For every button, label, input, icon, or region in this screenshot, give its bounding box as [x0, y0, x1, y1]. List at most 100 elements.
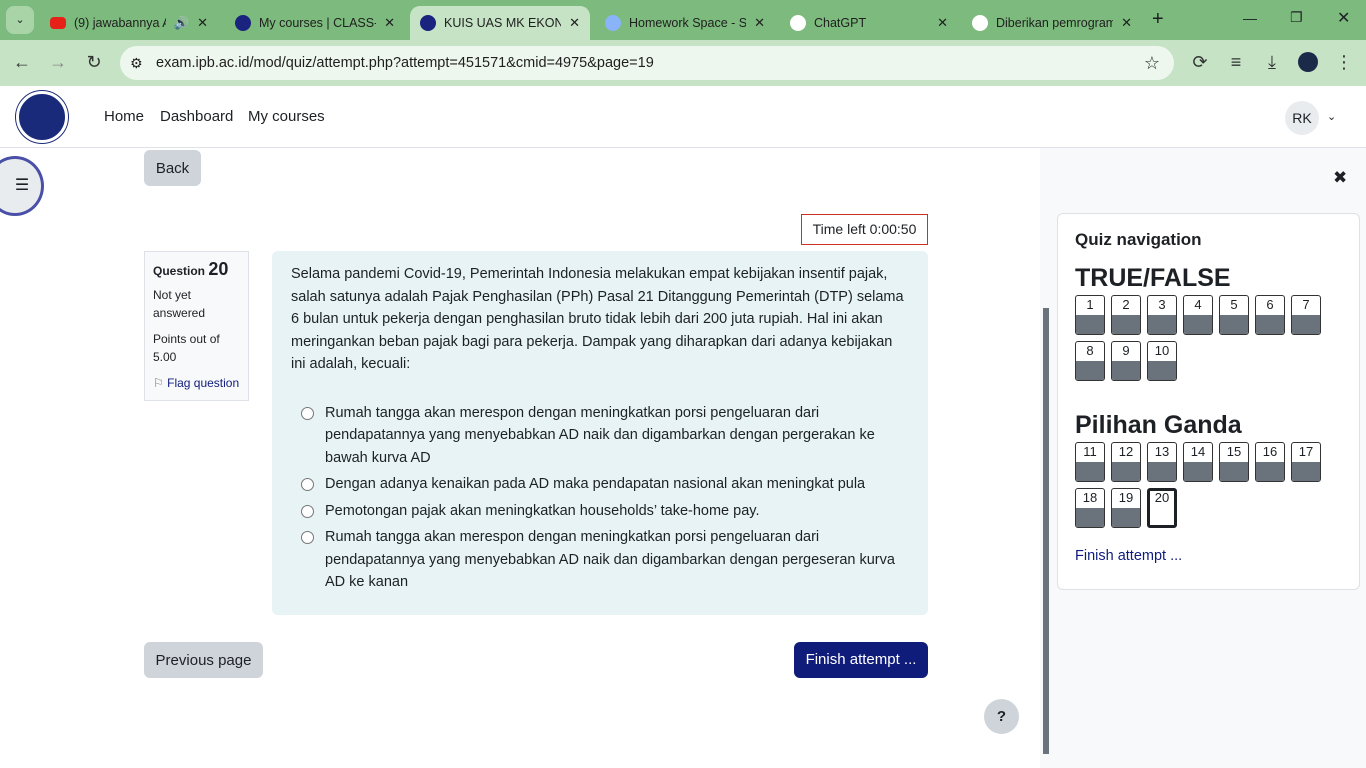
download-icon[interactable]: ⤓ [1260, 52, 1284, 73]
nav-dashboard[interactable]: Dashboard [160, 108, 233, 125]
answered-indicator [1292, 462, 1320, 481]
question-number: 19 [1118, 490, 1134, 505]
browser-tab[interactable]: ChatGPT ✕ [780, 6, 958, 40]
question-number: 11 [1083, 444, 1097, 459]
close-window-button[interactable]: ✕ [1337, 8, 1350, 28]
quiz-nav-button-16[interactable]: 16 [1255, 442, 1285, 482]
question-number: 1 [1086, 297, 1094, 312]
speaker-icon[interactable]: 🔊 [174, 16, 190, 31]
radio-button[interactable] [301, 478, 314, 491]
help-button[interactable]: ? [984, 699, 1019, 734]
close-tab-icon[interactable]: ✕ [937, 15, 948, 31]
course-index-toggle[interactable]: ☰ [0, 156, 44, 216]
question-number: 15 [1226, 444, 1242, 459]
quiz-nav-button-4[interactable]: 4 [1183, 295, 1213, 335]
previous-page-button[interactable]: Previous page [144, 642, 263, 678]
browser-tab[interactable]: Homework Space - S ✕ [595, 6, 775, 40]
quiz-nav-button-11[interactable]: 11 [1075, 442, 1105, 482]
menu-kebab-icon[interactable]: ⋮ [1332, 52, 1356, 73]
quiz-navigation-panel: Quiz navigation TRUE/FALSE 1 2 3 4 5 6 7 8 9 10 Pil… [1057, 213, 1360, 590]
radio-button[interactable] [301, 406, 314, 420]
question-number: 6 [1266, 297, 1274, 312]
user-avatar[interactable]: RK [1285, 101, 1319, 135]
quiz-section-heading: TRUE/FALSE [1075, 264, 1231, 292]
close-tab-icon[interactable]: ✕ [384, 15, 395, 31]
answer-option[interactable]: Rumah tangga akan merespon dengan mening… [301, 526, 909, 594]
answered-indicator [1148, 315, 1176, 334]
quiz-nav-button-12[interactable]: 12 [1111, 442, 1141, 482]
answer-option[interactable]: Dengan adanya kenaikan pada AD maka pend… [301, 473, 909, 496]
page-scrollbar[interactable] [1043, 308, 1049, 754]
question-content: Selama pandemi Covid-19, Pemerintah Indo… [272, 251, 928, 615]
close-tab-icon[interactable]: ✕ [197, 15, 208, 31]
quiz-nav-button-20[interactable]: 20 [1147, 488, 1177, 528]
question-label: Question [153, 264, 206, 278]
quiz-nav-button-14[interactable]: 14 [1183, 442, 1213, 482]
answer-option[interactable]: Pemotongan pajak akan meningkatkan house… [301, 500, 909, 523]
tab-search-button[interactable]: ⌄ [6, 6, 34, 34]
quiz-nav-button-2[interactable]: 2 [1111, 295, 1141, 335]
quiz-nav-button-10[interactable]: 10 [1147, 341, 1177, 381]
answered-indicator [1256, 315, 1284, 334]
close-drawer-icon[interactable]: ✖ [1333, 168, 1347, 188]
extension-icon[interactable]: ⟳ [1188, 52, 1212, 73]
forward-arrow-icon[interactable]: → [46, 52, 70, 73]
quiz-nav-button-17[interactable]: 17 [1291, 442, 1321, 482]
quiz-nav-button-1[interactable]: 1 [1075, 295, 1105, 335]
back-button[interactable]: Back [144, 150, 201, 186]
new-tab-button[interactable]: + [1152, 8, 1164, 31]
user-menu-chevron-icon[interactable]: ⌄ [1327, 110, 1336, 123]
quiz-nav-button-9[interactable]: 9 [1111, 341, 1141, 381]
profile-icon[interactable] [1296, 52, 1320, 77]
nav-my-courses[interactable]: My courses [248, 108, 325, 125]
minimize-button[interactable]: — [1243, 10, 1257, 26]
quiz-nav-button-15[interactable]: 15 [1219, 442, 1249, 482]
browser-tab[interactable]: My courses | CLASS-I ✕ [225, 6, 405, 40]
nav-home[interactable]: Home [104, 108, 144, 125]
media-control-icon[interactable]: ≡ [1224, 52, 1248, 73]
tab-title: ChatGPT [814, 16, 867, 30]
quiz-nav-button-6[interactable]: 6 [1255, 295, 1285, 335]
question-number: 4 [1194, 297, 1202, 312]
answered-indicator [1076, 361, 1104, 380]
quiz-nav-button-5[interactable]: 5 [1219, 295, 1249, 335]
restore-button[interactable]: ❐ [1290, 9, 1303, 26]
bookmark-star-icon[interactable]: ☆ [1144, 53, 1160, 74]
answer-option-text: Rumah tangga akan merespon dengan mening… [325, 404, 875, 466]
site-info-icon[interactable]: ⚙ [130, 55, 143, 72]
close-tab-icon[interactable]: ✕ [569, 15, 580, 31]
quiz-nav-button-13[interactable]: 13 [1147, 442, 1177, 482]
browser-tab[interactable]: Diberikan pemrogram ✕ [962, 6, 1142, 40]
reload-icon[interactable]: ↻ [82, 52, 106, 73]
question-number: 16 [1262, 444, 1278, 459]
answered-indicator [1148, 361, 1176, 380]
quiz-nav-button-19[interactable]: 19 [1111, 488, 1141, 528]
close-tab-icon[interactable]: ✕ [754, 15, 765, 31]
flag-question-link[interactable]: ⚐ Flag question [153, 374, 240, 392]
ipb-logo[interactable] [16, 91, 68, 143]
quiz-nav-button-18[interactable]: 18 [1075, 488, 1105, 528]
close-tab-icon[interactable]: ✕ [1121, 15, 1132, 31]
browser-tab[interactable]: (9) jawabannya A 🔊 ✕ [40, 6, 218, 40]
browser-tab[interactable]: KUIS UAS MK EKONO ✕ [410, 6, 590, 40]
quiz-nav-button-8[interactable]: 8 [1075, 341, 1105, 381]
answer-option-text: Dengan adanya kenaikan pada AD maka pend… [325, 476, 866, 492]
question-number: 18 [1082, 490, 1098, 505]
question-buttons: 1 2 3 4 5 6 7 8 9 10 [1075, 295, 1342, 387]
answer-option[interactable]: Rumah tangga akan merespon dengan mening… [301, 402, 909, 470]
ipb-icon [420, 15, 436, 31]
youtube-icon [50, 17, 66, 29]
question-number: 8 [1086, 343, 1094, 358]
back-arrow-icon[interactable]: ← [10, 52, 34, 73]
question-number: 2 [1122, 297, 1130, 312]
radio-button[interactable] [301, 531, 314, 544]
tab-strip: ⌄ (9) jawabannya A 🔊 ✕ My courses | CLASS-I… [0, 0, 1366, 40]
quiz-nav-button-7[interactable]: 7 [1291, 295, 1321, 335]
address-bar[interactable]: ⚙ exam.ipb.ac.id/mod/quiz/attempt.php?at… [120, 46, 1174, 80]
radio-button[interactable] [301, 504, 314, 518]
quiz-nav-button-3[interactable]: 3 [1147, 295, 1177, 335]
nav-finish-attempt-link[interactable]: Finish attempt ... [1075, 548, 1342, 564]
answered-indicator [1184, 315, 1212, 334]
question-points: Points out of 5.00 [153, 332, 220, 364]
finish-attempt-button[interactable]: Finish attempt ... [794, 642, 928, 678]
